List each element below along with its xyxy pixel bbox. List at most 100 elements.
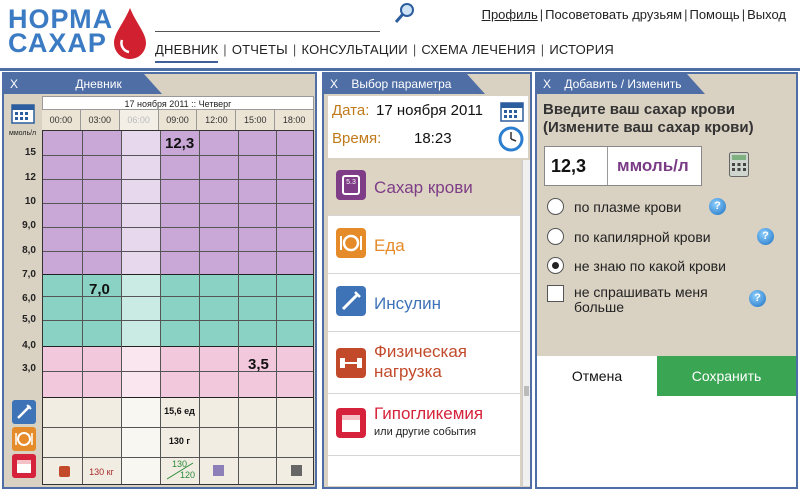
- link-recommend[interactable]: Посоветовать друзьям: [545, 7, 682, 22]
- calculator-icon[interactable]: [729, 152, 749, 177]
- time-value[interactable]: 18:23: [414, 130, 452, 147]
- diary-title: Дневник: [75, 77, 122, 91]
- exercise-entry[interactable]: 130 кг: [82, 467, 121, 477]
- param-label: Инсулин: [374, 294, 442, 313]
- logo-text-sahar: САХАР: [8, 28, 107, 58]
- diary-close-button[interactable]: X: [10, 77, 18, 91]
- unit-label: ммоль/л: [9, 130, 37, 137]
- glucose-value[interactable]: 12,3: [165, 135, 194, 152]
- option-label: по капилярной крови: [574, 228, 711, 245]
- tab-reports[interactable]: ОТЧЕТЫ: [232, 42, 288, 57]
- time-label: 15:00: [236, 110, 276, 130]
- editor-question: Введите ваш сахар крови (Измените ваш са…: [543, 101, 754, 137]
- diary-grid[interactable]: 12,3 7,0 3,5 15,6 ед 130 г 130 кг 130 12…: [42, 130, 314, 485]
- datetime-box: Дата: 17 ноября 2011 Время: 18:23: [328, 96, 528, 158]
- param-insulin[interactable]: Инсулин: [328, 276, 520, 332]
- radio-unknown[interactable]: [547, 257, 564, 274]
- question-line: Введите ваш сахар крови: [543, 101, 735, 118]
- y-label: 4,0: [22, 340, 36, 351]
- parameter-panel-title: X Выбор параметра: [324, 74, 485, 94]
- grid-line: [43, 346, 313, 347]
- parameter-list: 5.3 Сахар крови Еда Инсулин Физическая н…: [328, 160, 520, 486]
- radio-plasma[interactable]: [547, 198, 564, 215]
- link-help[interactable]: Помощь: [689, 7, 739, 22]
- y-label: 7,0: [22, 269, 36, 280]
- time-label: 00:00: [42, 110, 81, 130]
- event-marker[interactable]: [291, 465, 302, 476]
- plate-icon: [336, 228, 366, 258]
- calendar-event-icon[interactable]: [12, 454, 36, 478]
- calendar-icon[interactable]: [500, 100, 524, 122]
- grid-line: [43, 155, 313, 156]
- parameter-close-button[interactable]: X: [330, 77, 338, 91]
- option-plasma[interactable]: по плазме крови: [547, 198, 681, 215]
- sugar-input[interactable]: 12,3 ммоль/л: [544, 146, 702, 186]
- time-label: 06:00: [119, 110, 159, 130]
- top-links: Профиль | Посоветовать друзьям | Помощь | Выхо…: [481, 7, 786, 22]
- date-value[interactable]: 17 ноября 2011: [376, 102, 483, 119]
- main-nav: ДНЕВНИК | ОТЧЕТЫ | КОНСУЛЬТАЦИИ | СХЕМА ЛЕЧЕНИ…: [155, 42, 614, 63]
- time-header: 00:00 03:00 06:00 09:00 12:00 15:00 18:0…: [42, 110, 315, 130]
- tab-treatment[interactable]: СХЕМА ЛЕЧЕНИЯ: [421, 42, 535, 57]
- param-label: Сахар крови: [374, 178, 473, 197]
- header-divider: [0, 68, 800, 71]
- tab-history[interactable]: ИСТОРИЯ: [549, 42, 614, 57]
- clock-icon[interactable]: [498, 126, 524, 152]
- insulin-entry[interactable]: 15,6 ед: [160, 406, 199, 416]
- normal-zone: [43, 274, 313, 346]
- parameter-title: Выбор параметра: [351, 77, 452, 91]
- help-icon[interactable]: ?: [749, 290, 766, 307]
- grid-line: [43, 320, 313, 321]
- param-exercise[interactable]: Физическая нагрузка: [328, 334, 520, 394]
- y-label: 15: [24, 147, 36, 158]
- sugar-value[interactable]: 12,3: [551, 156, 586, 177]
- grid-line: [43, 397, 313, 398]
- help-icon[interactable]: ?: [709, 198, 726, 215]
- search-input[interactable]: [155, 10, 380, 32]
- glucose-value[interactable]: 3,5: [248, 356, 269, 373]
- calendar-icon[interactable]: [11, 102, 35, 124]
- time-label: 18:00: [275, 110, 315, 130]
- editor-close-button[interactable]: X: [543, 77, 551, 91]
- option-dont-ask[interactable]: не спрашивать меня больше: [547, 285, 708, 315]
- glucose-value[interactable]: 7,0: [89, 281, 110, 298]
- link-logout[interactable]: Выход: [747, 7, 786, 22]
- pressure-bottom: 120: [179, 470, 196, 480]
- option-label: по плазме крови: [574, 198, 682, 215]
- grid-line: [82, 131, 83, 484]
- scrollbar-thumb[interactable]: [524, 386, 529, 396]
- parameter-panel: X Выбор параметра Дата: 17 ноября 2011 В…: [322, 72, 532, 489]
- time-label: 09:00: [158, 110, 198, 130]
- grid-line: [43, 203, 313, 204]
- date-label: Дата:: [332, 102, 370, 119]
- param-sublabel: или другие события: [374, 426, 477, 438]
- param-blood-sugar[interactable]: 5.3 Сахар крови: [328, 160, 520, 216]
- cancel-button[interactable]: Отмена: [537, 356, 657, 396]
- param-food[interactable]: Еда: [328, 218, 520, 274]
- grid-line: [43, 274, 313, 275]
- event-marker[interactable]: [213, 465, 224, 476]
- plate-icon[interactable]: [12, 427, 36, 451]
- search-icon[interactable]: [394, 2, 416, 24]
- option-label: не спрашивать меня больше: [574, 285, 708, 315]
- option-unknown[interactable]: не знаю по какой крови: [547, 257, 726, 274]
- syringe-icon[interactable]: [12, 400, 36, 424]
- param-hypoglycemia[interactable]: Гипогликемия или другие события: [328, 396, 520, 456]
- glucometer-icon: 5.3: [336, 170, 366, 200]
- y-label: 8,0: [22, 245, 36, 256]
- calendar-icon: [336, 408, 366, 438]
- grid-line: [160, 131, 161, 484]
- checkbox-dont-ask[interactable]: [547, 285, 564, 302]
- parameter-scrollbar[interactable]: [522, 160, 530, 486]
- food-entry[interactable]: 130 г: [160, 436, 199, 446]
- save-button[interactable]: Сохранить: [657, 356, 796, 396]
- editor-footer: Отмена Сохранить: [537, 356, 796, 487]
- option-capillary[interactable]: по капилярной крови: [547, 228, 711, 245]
- y-label: 10: [24, 196, 36, 207]
- link-profile[interactable]: Профиль: [482, 7, 538, 22]
- tab-consultations[interactable]: КОНСУЛЬТАЦИИ: [301, 42, 407, 57]
- tab-diary[interactable]: ДНЕВНИК: [155, 42, 219, 63]
- radio-capillary[interactable]: [547, 228, 564, 245]
- help-icon[interactable]: ?: [757, 228, 774, 245]
- night-column: [121, 131, 160, 484]
